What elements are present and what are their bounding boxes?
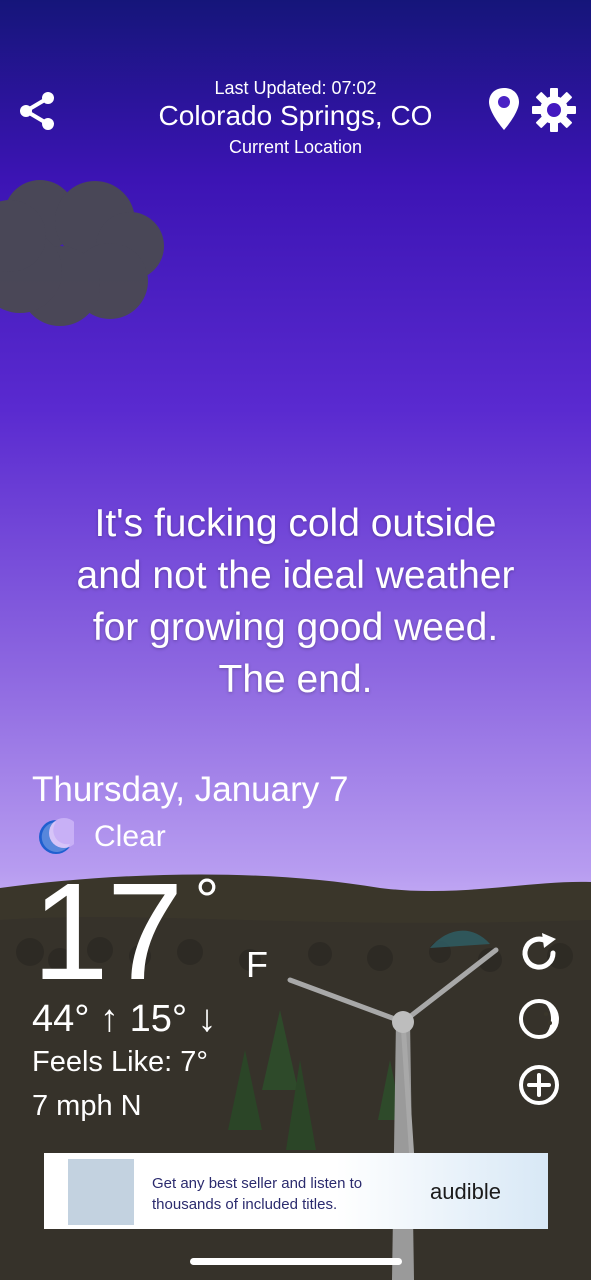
settings-gear-icon[interactable] [530,86,578,134]
message-line: It's fucking cold outside [94,502,497,545]
ad-text: Get any best seller and listen to thousa… [152,1175,363,1213]
current-temperature: 17 [32,855,183,1009]
book-cover-image [68,1159,134,1225]
condition-label: Clear [94,820,166,853]
cloud-illustration [0,180,164,326]
ad-banner[interactable]: Get any best seller and listen to thousa… [44,1153,548,1229]
audible-logo: audible [430,1179,501,1204]
home-indicator[interactable] [190,1258,402,1265]
weather-message: It's fucking cold outside and not the id… [30,498,561,706]
degree-symbol: ° [195,867,219,934]
moon-phase-icon[interactable] [516,996,562,1042]
wind-speed: 7 mph N [32,1090,142,1122]
message-line: and not the ideal weather [76,554,515,597]
message-line: The end. [218,658,373,701]
moon-icon [39,818,74,854]
location-pin-icon[interactable] [486,86,522,132]
temperature-unit[interactable]: F [246,944,268,986]
current-location-label: Current Location [228,137,363,157]
add-icon[interactable] [516,1062,562,1108]
feels-like-temperature: Feels Like: 7° [32,1046,209,1078]
high-low-temperature: 44° ↑ 15° ↓ [32,998,217,1040]
refresh-icon[interactable] [516,930,562,976]
message-line: for growing good weed. [92,606,499,649]
date-label: Thursday, January 7 [32,770,349,809]
